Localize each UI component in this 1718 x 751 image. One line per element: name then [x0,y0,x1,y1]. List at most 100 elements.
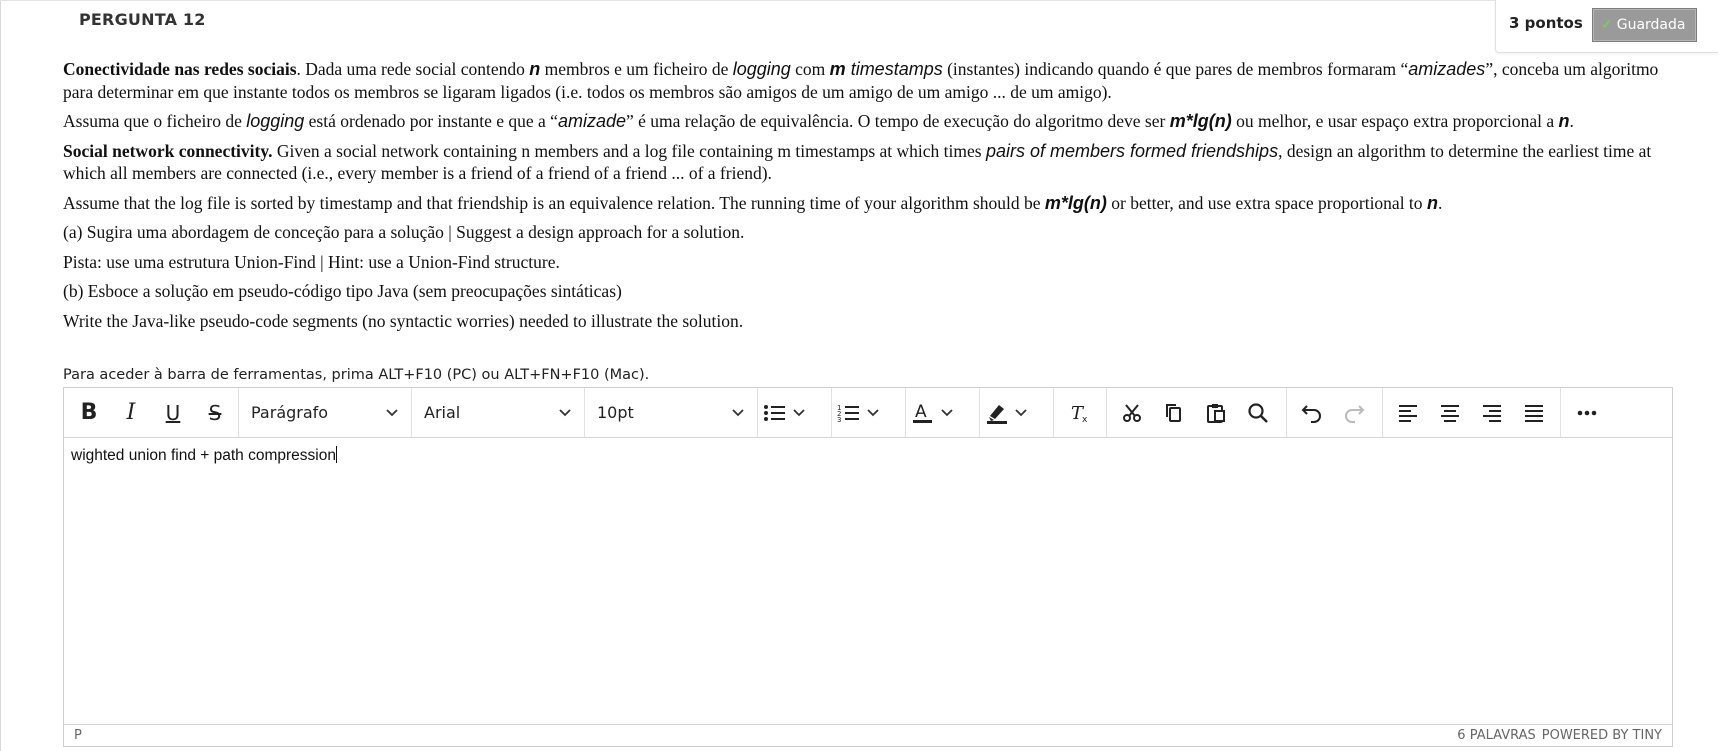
search-icon[interactable] [1237,396,1279,430]
page-left-border [0,0,1,751]
text-span: n [1558,111,1570,131]
element-path[interactable]: P [74,728,82,743]
text-caret [335,446,337,463]
text-span: amizades [1408,59,1486,79]
paragraph-en-intro: Social network connectivity. Given a soc… [63,140,1663,185]
text-span: logging [246,111,305,131]
paste-icon[interactable] [1195,396,1237,430]
saved-status-button[interactable]: ✓ Guardada [1592,8,1697,42]
paragraph-part-b: (b) Esboce a solução em pseudo-código ti… [63,281,622,301]
more-icon[interactable] [1566,396,1608,430]
text-span: n [1426,192,1438,213]
clipboard-group [1107,388,1287,437]
bullet-list-button[interactable] [758,388,832,437]
paragraph-pt-assume: Assuma que o ficheiro de logging está or… [63,110,1663,133]
text-span: ou melhor, e usar espaço extra proporcio… [1231,111,1559,131]
svg-text:x: x [1082,415,1088,425]
highlight-button[interactable] [980,388,1054,437]
justify-icon[interactable] [1513,396,1555,430]
cut-icon[interactable] [1111,396,1153,430]
highlight-icon [987,404,1007,424]
rich-text-editor: B I U S Parágrafo Arial 10pt 123 A T x w… [63,387,1673,747]
clear-format-group: Tx [1054,388,1107,437]
chevron-down-icon [732,408,744,416]
bullet-list-icon [764,404,785,421]
chevron-down-icon [559,408,571,416]
numbered-list-icon: 123 [837,404,859,424]
text-span: m*lg(n) [1044,192,1107,213]
text-span: está ordenado por instante e que a “ [304,111,558,131]
text-span: com [790,59,830,79]
text-span: n [529,59,541,79]
toolbar-access-hint: Para aceder à barra de ferramentas, prim… [63,367,650,383]
editor-content-area[interactable]: wighted union find + path compression [64,438,1672,726]
paragraph-pt-intro: Conectividade nas redes sociais. Dada um… [63,58,1663,103]
text-span: membros e um ficheiro de [540,59,733,79]
align-left-icon[interactable] [1387,396,1429,430]
chevron-down-icon [386,408,398,416]
word-count[interactable]: 6 PALAVRAS [1457,728,1535,743]
powered-by-link[interactable]: POWERED BY TINY [1542,728,1662,743]
redo-icon[interactable] [1333,396,1375,430]
align-center-icon[interactable] [1429,396,1471,430]
block-format-select[interactable]: Parágrafo [239,388,412,437]
editor-toolbar: B I U S Parágrafo Arial 10pt 123 A T x [64,388,1672,438]
chevron-down-icon [941,408,953,416]
undo-icon[interactable] [1291,396,1333,430]
check-icon: ✓ [1601,17,1613,33]
page-top-border [0,0,1718,1]
clear-format-icon[interactable]: Tx [1059,396,1101,430]
text-color-button[interactable]: A [906,388,980,437]
text-span: Given a social network containing n memb… [272,140,986,161]
align-right-icon[interactable] [1471,396,1513,430]
history-group [1287,388,1383,437]
italic-icon[interactable]: I [110,396,152,430]
paragraph-part-a: (a) Sugira uma abordagem de conceção par… [63,222,745,242]
paragraph-part-b-en: Write the Java-like pseudo-code segments… [63,310,744,331]
text-span: (instantes) indicando quando é que pares… [942,59,1409,79]
text-color-icon: A [913,402,932,423]
text-span: Assuma que o ficheiro de [63,111,247,131]
numbered-list-button[interactable]: 123 [832,388,906,437]
font-size-value: 10pt [597,403,634,422]
text-span: ” é uma relação de equivalência. O tempo… [625,111,1170,131]
editor-statusbar: P 6 PALAVRAS POWERED BY TINY [64,724,1672,746]
statusbar-right: 6 PALAVRAS POWERED BY TINY [1451,728,1662,743]
text-span: amizade [557,111,626,131]
question-title: PERGUNTA 12 [79,10,206,29]
svg-text:3: 3 [837,416,841,424]
copy-icon[interactable] [1153,396,1195,430]
font-family-select[interactable]: Arial [412,388,585,437]
font-family-value: Arial [424,403,461,422]
heading-pt: Conectividade nas redes sociais [63,59,297,79]
text-span: Assume that the log file is sorted by ti… [63,192,1045,213]
bold-icon[interactable]: B [68,396,110,430]
strikethrough-icon[interactable]: S [194,396,236,430]
underline-icon[interactable]: U [152,396,194,430]
text-span: . Dada uma rede social contendo [296,59,530,79]
text-span: . [1569,111,1574,131]
text-span: timestamps [845,59,943,79]
svg-text:A: A [915,402,927,422]
chevron-down-icon [793,408,805,416]
paragraph-en-assume: Assume that the log file is sorted by ti… [63,192,1663,215]
editor-content-text: wighted union find + path compression [71,447,336,464]
saved-status-label: Guardada [1616,17,1686,33]
text-span: m [829,59,846,79]
text-span: pairs of members formed friendships [985,140,1279,161]
chevron-down-icon [1015,408,1027,416]
paragraph-hint: Pista: use uma estrutura Union-Find | Hi… [63,251,560,272]
points-label: 3 pontos [1509,14,1583,32]
text-span: logging [732,59,791,79]
heading-en: Social network connectivity. [63,140,273,161]
more-group [1561,388,1613,437]
text-span: m*lg(n) [1169,111,1232,131]
alignment-group [1383,388,1561,437]
text-span: . [1437,192,1443,213]
format-group: B I U S [64,388,239,437]
chevron-down-icon [867,408,879,416]
text-span: or better, and use extra space proportio… [1106,192,1427,213]
question-body: Conectividade nas redes sociais. Dada um… [63,58,1663,339]
font-size-select[interactable]: 10pt [585,388,758,437]
block-format-value: Parágrafo [251,403,329,422]
